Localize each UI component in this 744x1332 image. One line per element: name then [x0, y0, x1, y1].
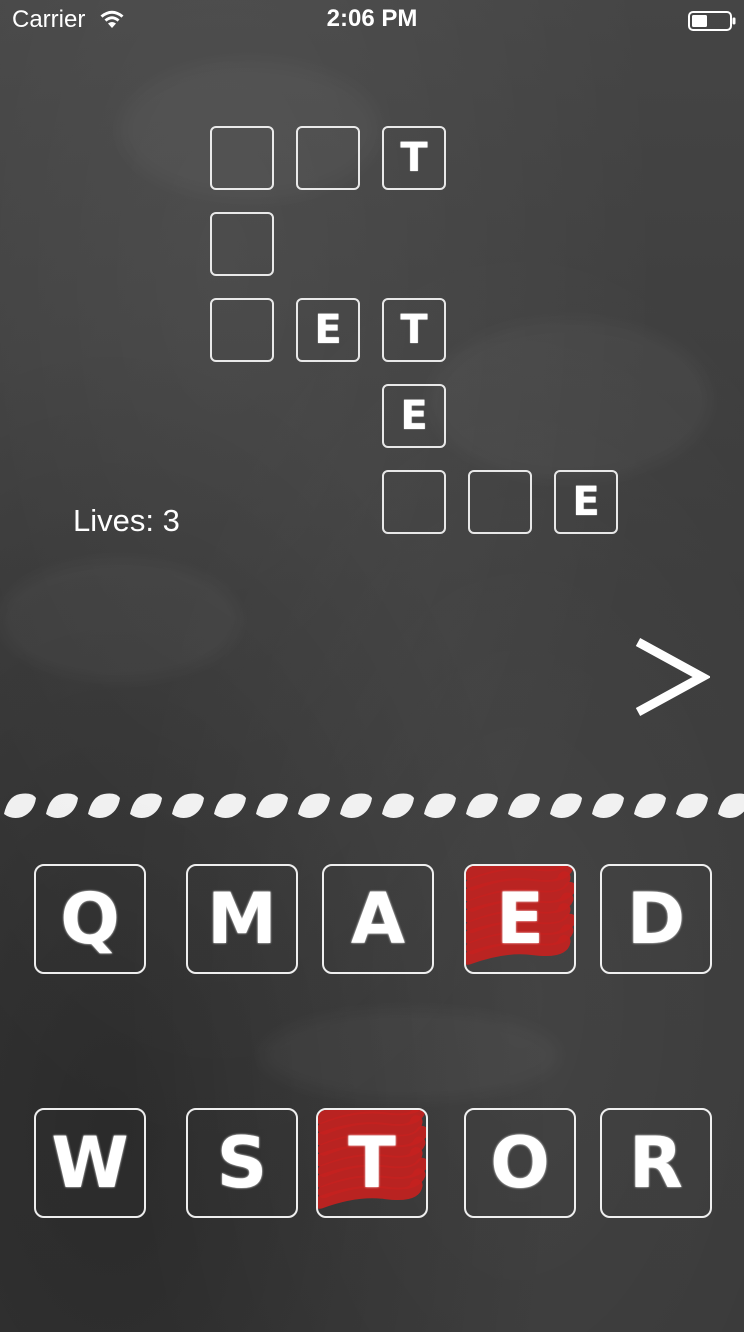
tile-letter: M — [207, 878, 277, 960]
chalk-blob — [298, 793, 330, 818]
chalk-smudge — [430, 320, 710, 480]
letter-tile[interactable]: E — [464, 864, 576, 974]
chalk-blob — [340, 793, 372, 818]
crossword-cell — [210, 212, 274, 276]
chalk-blob — [172, 793, 204, 818]
chalk-blob — [550, 793, 582, 818]
tile-letter: E — [496, 878, 544, 960]
chalk-blob — [676, 793, 708, 818]
battery-icon — [688, 11, 736, 31]
lives-counter: Lives: 3 — [73, 503, 180, 538]
letter-tile[interactable]: O — [464, 1108, 576, 1218]
letter-tile[interactable]: W — [34, 1108, 146, 1218]
crossword-cell — [210, 298, 274, 362]
letter-tile[interactable]: S — [186, 1108, 298, 1218]
chalk-blob — [4, 793, 36, 818]
tile-letter: Q — [60, 878, 120, 960]
chalk-blob — [214, 793, 246, 818]
chalk-blob — [46, 793, 78, 818]
chalk-blob — [634, 793, 666, 818]
crossword-cell: E — [554, 470, 618, 534]
chalk-blob — [466, 793, 498, 818]
status-bar: Carrier 2:06 PM — [0, 0, 744, 40]
tile-letter: T — [348, 1122, 396, 1204]
chalk-smudge — [0, 560, 240, 680]
crossword-cell: E — [382, 384, 446, 448]
letter-tile[interactable]: Q — [34, 864, 146, 974]
chevron-right-icon[interactable] — [630, 632, 710, 722]
letter-tile[interactable]: A — [322, 864, 434, 974]
tile-letter: A — [350, 878, 406, 960]
tile-letter: R — [629, 1122, 683, 1204]
crossword-cell: E — [296, 298, 360, 362]
chalk-smudge — [260, 1010, 560, 1100]
chalk-blob — [130, 793, 162, 818]
chalk-blob — [256, 793, 288, 818]
tile-letter: D — [626, 878, 686, 960]
chalk-blob — [88, 793, 120, 818]
tile-letter: O — [490, 1122, 550, 1204]
crossword-cell: T — [382, 298, 446, 362]
crossword-cell — [210, 126, 274, 190]
crossword-cell — [382, 470, 446, 534]
crossword-cell — [468, 470, 532, 534]
letter-tile[interactable]: T — [316, 1108, 428, 1218]
chalk-divider — [4, 793, 744, 818]
crossword-cell: T — [382, 126, 446, 190]
tile-letter: W — [51, 1122, 129, 1204]
crossword-cell — [296, 126, 360, 190]
chalk-blob — [592, 793, 624, 818]
letter-tile[interactable]: M — [186, 864, 298, 974]
chalk-blob — [718, 793, 744, 818]
letter-tile[interactable]: R — [600, 1108, 712, 1218]
letter-tile[interactable]: D — [600, 864, 712, 974]
tile-letter: S — [216, 1122, 268, 1204]
chalk-blob — [382, 793, 414, 818]
clock: 2:06 PM — [326, 5, 418, 32]
chalk-blob — [508, 793, 540, 818]
chalk-blob — [424, 793, 456, 818]
